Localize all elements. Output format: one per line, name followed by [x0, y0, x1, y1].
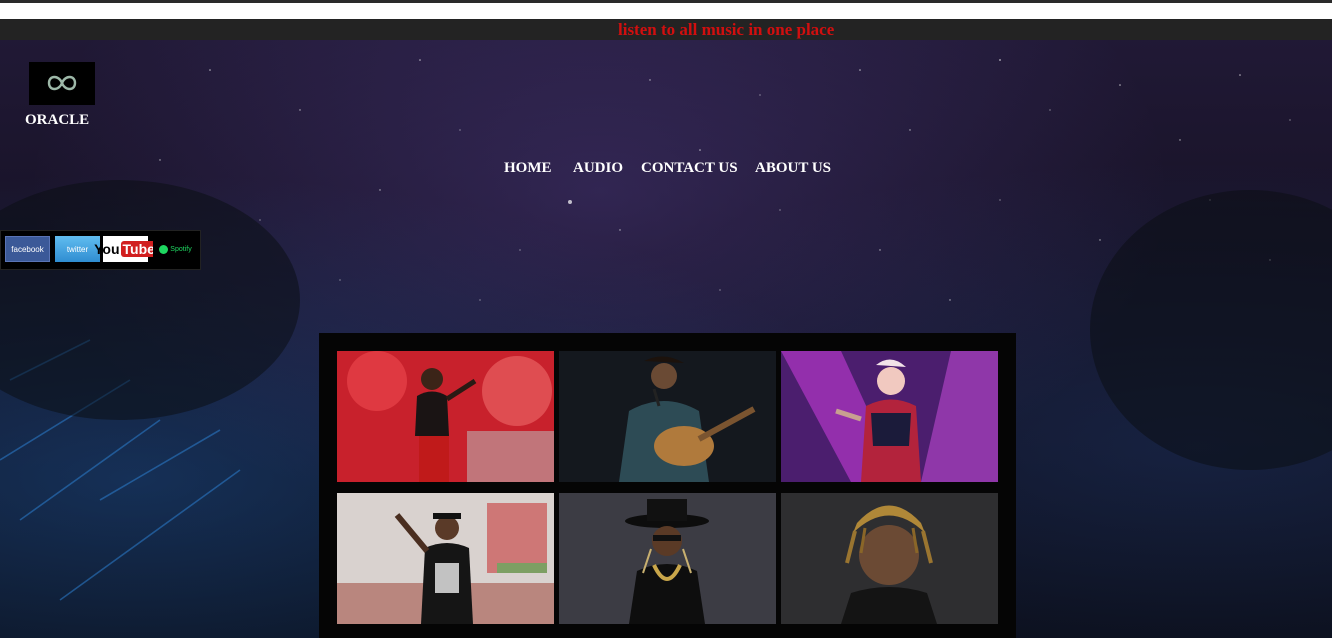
artist-photo-5[interactable] [559, 493, 776, 624]
marquee-text: listen to all music in one place [618, 20, 835, 39]
spotify-button[interactable]: Spotify [153, 236, 198, 262]
top-white-strip [0, 0, 1332, 19]
artist-photo-6[interactable] [781, 493, 998, 624]
nav-home-link[interactable]: HOME [504, 160, 552, 177]
spotify-icon [159, 244, 169, 254]
youtube-label-tube: Tube [120, 241, 157, 257]
artist-photo-1[interactable] [337, 351, 554, 482]
social-links-bar: facebook twitter You Tube Spotify [0, 230, 201, 270]
brand-name: ORACLE [25, 112, 90, 128]
nav-about-us-link[interactable]: ABOUT US [755, 160, 831, 177]
main-nav: HOME AUDIO CONTACT US ABOUT US [0, 160, 1332, 180]
nav-contact-us-link[interactable]: CONTACT US [641, 160, 738, 177]
infinity-logo-icon [47, 75, 77, 91]
facebook-button[interactable]: facebook [5, 236, 50, 262]
youtube-label: You [94, 241, 120, 257]
youtube-button[interactable]: You Tube [94, 236, 157, 262]
artist-photo-4[interactable] [337, 493, 554, 624]
spotify-label: Spotify [170, 245, 192, 253]
artist-photo-3[interactable] [781, 351, 998, 482]
artist-gallery [319, 333, 1016, 638]
nav-audio-link[interactable]: AUDIO [573, 160, 623, 177]
marquee-banner: listen to all music in one place [0, 19, 1332, 40]
twitter-label: twitter [66, 244, 89, 254]
brand-logo[interactable] [29, 62, 95, 105]
facebook-label: facebook [11, 244, 44, 254]
artist-photo-2[interactable] [559, 351, 776, 482]
